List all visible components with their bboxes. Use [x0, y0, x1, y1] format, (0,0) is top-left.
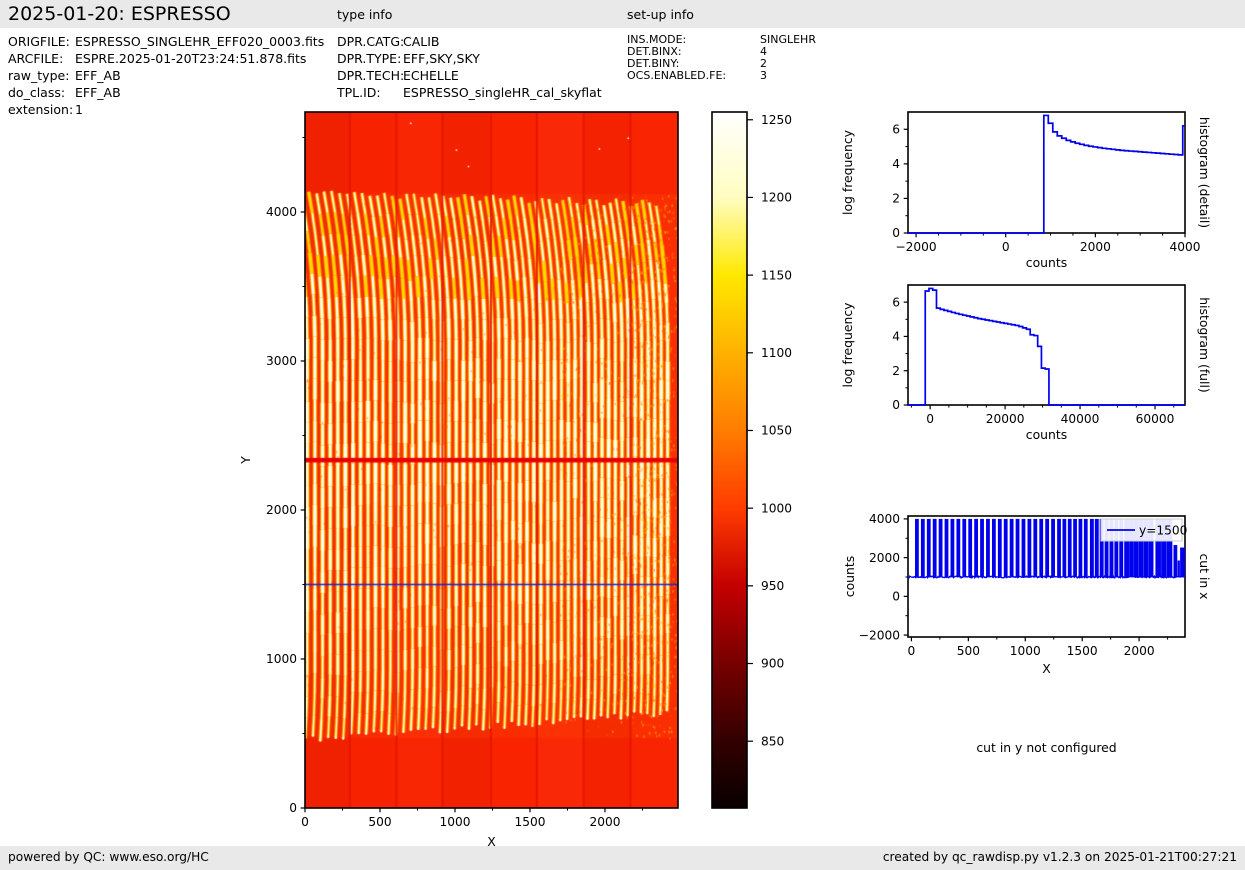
svg-text:−2000: −2000 [859, 628, 900, 642]
svg-text:2: 2 [892, 364, 900, 378]
svg-text:4000: 4000 [266, 205, 297, 219]
svg-text:6: 6 [892, 122, 900, 136]
svg-text:900: 900 [761, 657, 784, 671]
svg-text:0: 0 [301, 815, 309, 829]
svg-text:counts: counts [1026, 255, 1067, 270]
svg-text:histogram (detail): histogram (detail) [1197, 117, 1212, 228]
svg-text:log frequency: log frequency [840, 303, 855, 388]
svg-text:−2000: −2000 [895, 240, 936, 254]
svg-text:histogram (full): histogram (full) [1197, 297, 1212, 393]
svg-text:2000: 2000 [589, 815, 620, 829]
svg-text:1150: 1150 [761, 268, 792, 282]
svg-text:log frequency: log frequency [840, 130, 855, 215]
svg-text:2000: 2000 [266, 503, 297, 517]
cut-x-legend: y=1500 [1100, 518, 1187, 542]
hist_full-curve [908, 287, 1185, 406]
svg-text:500: 500 [957, 644, 980, 658]
svg-text:2000: 2000 [869, 551, 900, 565]
svg-text:cut in x: cut in x [1197, 553, 1212, 599]
svg-text:1100: 1100 [761, 346, 792, 360]
svg-text:1000: 1000 [761, 501, 792, 515]
svg-text:2000: 2000 [1080, 240, 1111, 254]
svg-text:4: 4 [892, 330, 900, 344]
svg-text:1250: 1250 [761, 113, 792, 127]
svg-text:0: 0 [892, 590, 900, 604]
svg-text:counts: counts [842, 556, 857, 597]
svg-text:Y: Y [238, 456, 253, 465]
svg-text:6: 6 [892, 295, 900, 309]
svg-text:40000: 40000 [1061, 412, 1100, 426]
svg-text:1050: 1050 [761, 424, 792, 438]
raw_image-plot: 0 500 1000 1500 2000 0 1000 2000 3000 4000 X Y [238, 111, 679, 849]
svg-text:1000: 1000 [1010, 644, 1041, 658]
svg-text:60000: 60000 [1136, 412, 1175, 426]
svg-text:2: 2 [892, 192, 900, 206]
svg-text:3000: 3000 [266, 354, 297, 368]
svg-text:0: 0 [289, 801, 297, 815]
svg-text:950: 950 [761, 579, 784, 593]
svg-text:1500: 1500 [1067, 644, 1098, 658]
cut-y-note: cut in y not configured [976, 740, 1117, 755]
svg-text:2000: 2000 [1124, 644, 1155, 658]
svg-text:4000: 4000 [1169, 240, 1200, 254]
svg-text:counts: counts [1026, 427, 1067, 442]
svg-text:0: 0 [908, 644, 916, 658]
svg-text:1500: 1500 [514, 815, 545, 829]
hist_full-plot: 0 20000 40000 60000 0 2 4 6 counts log frequency h… [840, 284, 1212, 442]
svg-text:500: 500 [368, 815, 391, 829]
svg-text:0: 0 [926, 412, 934, 426]
svg-text:0: 0 [892, 398, 900, 412]
svg-text:y=1500: y=1500 [1139, 524, 1187, 538]
svg-text:20000: 20000 [986, 412, 1025, 426]
hist_detail-plot: −2000 0 2000 40000246countslog frequency his… [840, 111, 1212, 270]
footer-credit-right: created by qc_rawdisp.py v1.2.3 on 2025-… [882, 850, 1237, 864]
svg-text:X: X [487, 834, 496, 849]
svg-text:850: 850 [761, 734, 784, 748]
svg-text:1000: 1000 [266, 652, 297, 666]
svg-text:0: 0 [892, 226, 900, 240]
svg-text:1000: 1000 [439, 815, 470, 829]
svg-text:0: 0 [1002, 240, 1010, 254]
svg-text:4000: 4000 [869, 512, 900, 526]
cut_x-plot: 0 500 1000 1500 2000 −2000 0 2000 4000 Xcounts cut… [842, 512, 1212, 676]
svg-text:4: 4 [892, 157, 900, 171]
hist_detail-curve [908, 114, 1185, 234]
svg-text:X: X [1042, 661, 1051, 676]
footer-credit-left: powered by QC: www.eso.org/HC [8, 850, 209, 864]
svg-text:1200: 1200 [761, 191, 792, 205]
colorbar-axis: 850 900 950 1000 1050 1100 1150 1200 1250 [711, 111, 792, 809]
